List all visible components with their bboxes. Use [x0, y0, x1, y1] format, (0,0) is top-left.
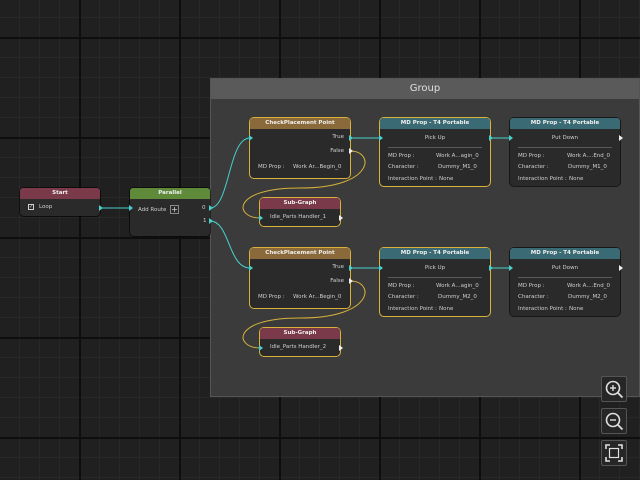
prop-node-4-ip-value: None — [569, 306, 584, 312]
prop-node-2-prop-value: Work A....End_0 — [567, 153, 611, 159]
check-node-1-title: CheckPlacement Point — [250, 118, 350, 129]
prop-node-4-char-label: Character : — [518, 294, 549, 300]
prop-node-3-action: Pick Up — [424, 265, 446, 271]
md-prop-node-4[interactable]: MD Prop - T4 Portable Put Down MD Prop :… — [509, 248, 623, 316]
check-node-1-false: False — [330, 148, 344, 154]
zoom-in-icon — [605, 380, 624, 399]
check-node-1-input[interactable] — [249, 135, 253, 141]
loop-checkbox[interactable]: ✓ — [28, 204, 34, 210]
prop-node-1-char-label: Character : — [388, 164, 419, 170]
prop-node-3-char-label: Character : — [388, 294, 419, 300]
subgraph-1-value: Idle_Parts Handler_1 — [270, 214, 327, 220]
prop-node-1-action: Pick Up — [424, 135, 446, 141]
subgraph-2-title: Sub-Graph — [260, 328, 340, 339]
check-node-1-false-port[interactable] — [349, 148, 353, 154]
check-node-1-prop-label: MD Prop : — [258, 164, 285, 170]
check-node-2-false-port[interactable] — [349, 278, 353, 284]
add-route-button[interactable]: + — [170, 205, 179, 214]
fit-screen-icon — [605, 444, 623, 462]
check-placement-node-1[interactable]: CheckPlacement Point True False MD Prop … — [249, 118, 353, 178]
prop-node-1-char-value: Dummy_M1_0 — [438, 164, 477, 170]
check-node-2-true-port[interactable] — [349, 265, 353, 271]
check-node-2-prop-label: MD Prop : — [258, 294, 285, 300]
parallel-output-0-port[interactable] — [209, 205, 213, 211]
loop-label: Loop — [39, 204, 53, 210]
prop-node-2-char-value: Dummy_M1_0 — [568, 164, 607, 170]
zoom-out-icon — [605, 412, 624, 431]
md-prop-node-1[interactable]: MD Prop - T4 Portable Pick Up MD Prop : … — [379, 118, 493, 186]
prop-node-2-prop-label: MD Prop : — [518, 153, 545, 159]
subgraph-2-input[interactable] — [259, 345, 263, 351]
subgraph-2-output[interactable] — [339, 345, 343, 351]
subgraph-1-input[interactable] — [259, 215, 263, 221]
check-node-1-true-port[interactable] — [349, 135, 353, 141]
prop-node-4-char-value: Dummy_M2_0 — [568, 294, 607, 300]
check-node-2-input[interactable] — [249, 265, 253, 271]
prop-node-3-title: MD Prop - T4 Portable — [380, 248, 490, 259]
check-placement-node-2[interactable]: CheckPlacement Point True False MD Prop … — [249, 248, 353, 308]
md-prop-node-3[interactable]: MD Prop - T4 Portable Pick Up MD Prop : … — [379, 248, 493, 316]
prop-node-4-output[interactable] — [619, 265, 623, 271]
prop-node-2-divider — [518, 147, 612, 148]
subgraph-1-title: Sub-Graph — [260, 198, 340, 209]
subgraph-node-1[interactable]: Sub-Graph Idle_Parts Handler_1 — [259, 198, 343, 226]
subgraph-node-2[interactable]: Sub-Graph Idle_Parts Handler_2 — [259, 328, 343, 356]
prop-node-1-prop-value: Work A...agin_0 — [436, 153, 479, 159]
start-node[interactable]: Start ✓ Loop — [20, 188, 103, 216]
subgraph-2-value: Idle_Parts Handler_2 — [270, 344, 327, 350]
prop-node-4-ip-label: Interaction Point : — [518, 306, 567, 312]
check-node-2-title: CheckPlacement Point — [250, 248, 350, 259]
prop-node-2-output[interactable] — [619, 135, 623, 141]
prop-node-3-char-value: Dummy_M2_0 — [438, 294, 477, 300]
prop-node-2-title: MD Prop - T4 Portable — [510, 118, 620, 129]
prop-node-2-char-label: Character : — [518, 164, 549, 170]
prop-node-4-prop-value: Work A....End_0 — [567, 283, 611, 289]
md-prop-node-2[interactable]: MD Prop - T4 Portable Put Down MD Prop :… — [509, 118, 623, 186]
check-node-2-prop-value: Work Ar...Begin_0 — [293, 294, 342, 300]
parallel-output-1-port[interactable] — [209, 218, 213, 224]
start-output-port[interactable] — [99, 205, 103, 211]
group-title: Group — [211, 79, 639, 99]
prop-node-1-ip-label: Interaction Point : — [388, 176, 437, 182]
prop-node-1-divider — [388, 147, 482, 148]
prop-node-3-ip-value: None — [439, 306, 454, 312]
prop-node-3-prop-value: Work A...agin_0 — [436, 283, 479, 289]
prop-node-1-output[interactable] — [489, 135, 493, 141]
prop-node-3-divider — [388, 277, 482, 278]
prop-node-2-ip-label: Interaction Point : — [518, 176, 567, 182]
zoom-out-button[interactable] — [601, 408, 627, 434]
add-route-label: Add Route — [138, 207, 167, 213]
prop-node-4-action: Put Down — [551, 265, 579, 271]
prop-node-1-prop-label: MD Prop : — [388, 153, 415, 159]
parallel-node[interactable]: Parallel Add Route + 0 1 — [129, 188, 213, 236]
check-node-1-prop-value: Work Ar...Begin_0 — [293, 164, 342, 170]
subgraph-1-output[interactable] — [339, 215, 343, 221]
check-node-2-false: False — [330, 278, 344, 284]
prop-node-4-title: MD Prop - T4 Portable — [510, 248, 620, 259]
prop-node-1-title: MD Prop - T4 Portable — [380, 118, 490, 129]
prop-node-4-prop-label: MD Prop : — [518, 283, 545, 289]
zoom-in-button[interactable] — [601, 376, 627, 402]
prop-node-3-output[interactable] — [489, 265, 493, 271]
parallel-output-1-label: 1 — [203, 218, 207, 224]
prop-node-2-action: Put Down — [551, 135, 579, 141]
prop-node-3-ip-label: Interaction Point : — [388, 306, 437, 312]
parallel-input-port[interactable] — [129, 205, 133, 211]
check-node-1-true: True — [332, 134, 344, 140]
plus-icon: + — [171, 205, 178, 214]
prop-node-4-divider — [518, 277, 612, 278]
fit-view-button[interactable] — [601, 440, 627, 466]
prop-node-1-ip-value: None — [439, 176, 454, 182]
parallel-node-title: Parallel — [130, 188, 210, 199]
check-node-2-true: True — [332, 264, 344, 270]
prop-node-3-prop-label: MD Prop : — [388, 283, 415, 289]
parallel-output-0-label: 0 — [202, 205, 206, 211]
start-node-title: Start — [20, 188, 100, 199]
prop-node-2-ip-value: None — [569, 176, 584, 182]
